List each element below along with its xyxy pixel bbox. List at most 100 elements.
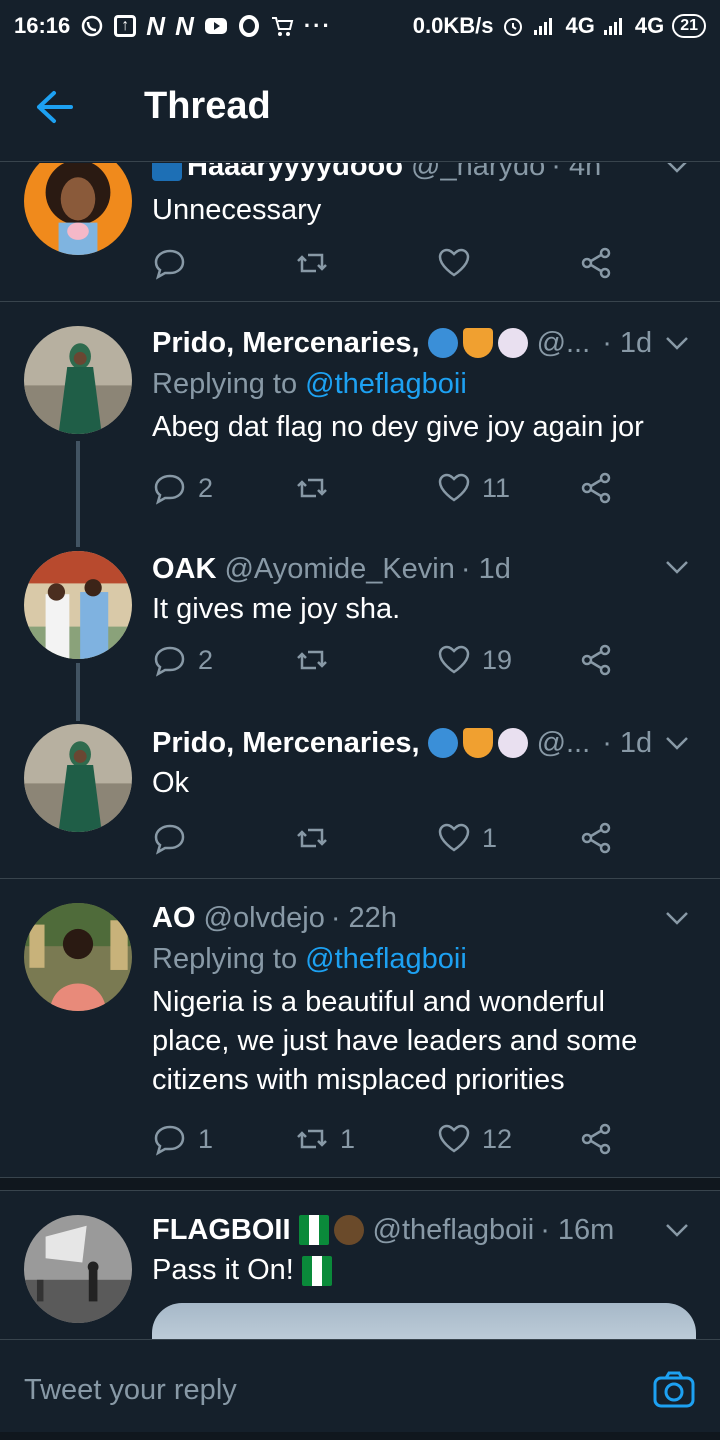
tweet[interactable]: FLAGBOII @theflagboii · 16m Pass it On! bbox=[0, 1191, 720, 1339]
replying-to-link[interactable]: @theflagboii bbox=[305, 943, 467, 975]
avatar[interactable] bbox=[24, 724, 132, 832]
tweet-handle[interactable]: @theflagboii bbox=[373, 1213, 535, 1247]
camera-icon bbox=[653, 1371, 695, 1408]
retweet-button[interactable]: 1 bbox=[294, 1119, 355, 1159]
avatar[interactable] bbox=[24, 1215, 132, 1323]
retweet-button[interactable] bbox=[294, 640, 340, 680]
share-icon bbox=[581, 822, 611, 854]
share-button[interactable] bbox=[578, 468, 614, 508]
tweet-handle[interactable]: @... bbox=[537, 326, 591, 360]
tweet-author-name[interactable]: AO bbox=[152, 901, 196, 935]
retweet-button[interactable] bbox=[294, 243, 340, 283]
retweet-button[interactable] bbox=[294, 818, 340, 858]
like-count: 11 bbox=[482, 472, 511, 503]
retweet-button[interactable] bbox=[294, 468, 340, 508]
tweet-handle[interactable]: @Ayomide_Kevin bbox=[224, 552, 454, 586]
tweet-text: Abeg dat flag no dey give joy again jor bbox=[152, 411, 644, 443]
chevron-down-icon[interactable] bbox=[662, 328, 692, 358]
reply-button[interactable] bbox=[152, 243, 198, 283]
reply-icon bbox=[154, 474, 185, 505]
chevron-down-icon[interactable] bbox=[662, 552, 692, 582]
tweet-time: · 1d bbox=[602, 727, 653, 759]
tweet-media[interactable] bbox=[152, 1303, 696, 1339]
like-button[interactable]: 19 bbox=[436, 640, 512, 680]
tweet[interactable]: Prido, Mercenaries, @... · 1d Ok 1 bbox=[0, 718, 720, 878]
unicorn-emoji-icon bbox=[497, 728, 528, 758]
tweet[interactable]: Haaaryyyydooo @_harydo · 4h Unnecessary bbox=[0, 163, 720, 301]
share-button[interactable] bbox=[578, 640, 614, 680]
avatar[interactable] bbox=[24, 163, 132, 255]
like-button[interactable]: 11 bbox=[436, 468, 510, 508]
signal-2-icon bbox=[603, 16, 627, 36]
tweet-author-name[interactable]: OAK bbox=[152, 552, 216, 586]
share-button[interactable] bbox=[578, 1119, 614, 1159]
tweet-handle[interactable]: @olvdejo bbox=[204, 901, 325, 935]
tweet-time: · 1d bbox=[460, 553, 511, 585]
app-n2-icon: N bbox=[175, 10, 194, 41]
share-button[interactable] bbox=[578, 818, 614, 858]
back-button[interactable] bbox=[34, 87, 92, 127]
reply-count: 2 bbox=[198, 472, 214, 503]
retweet-icon bbox=[297, 478, 327, 498]
like-button[interactable]: 1 bbox=[436, 818, 497, 858]
chevron-down-icon[interactable] bbox=[662, 728, 692, 758]
chevron-down-icon[interactable] bbox=[662, 903, 692, 933]
youtube-icon bbox=[204, 16, 228, 36]
thread-feed[interactable]: Haaaryyyydooo @_harydo · 4h Unnecessary … bbox=[0, 163, 720, 1339]
tweet-handle[interactable]: @_harydo bbox=[411, 163, 545, 183]
tweet[interactable]: OAK @Ayomide_Kevin · 1d It gives me joy … bbox=[0, 544, 720, 718]
avatar[interactable] bbox=[24, 551, 132, 659]
avatar[interactable] bbox=[24, 326, 132, 434]
reply-button[interactable]: 2 bbox=[152, 468, 213, 508]
replying-to: Replying to @theflagboii bbox=[152, 943, 467, 975]
tweet-text: Nigeria is a beautiful and wonderful pla… bbox=[152, 986, 638, 1096]
section-gap bbox=[0, 1177, 720, 1191]
camera-button[interactable] bbox=[652, 1370, 696, 1410]
share-icon bbox=[581, 1123, 611, 1155]
replying-to: Replying to @theflagboii bbox=[152, 368, 467, 400]
reply-button[interactable] bbox=[152, 818, 198, 858]
reply-icon bbox=[154, 1125, 185, 1156]
tweet-reply-input[interactable] bbox=[24, 1373, 584, 1407]
like-button[interactable] bbox=[436, 243, 482, 283]
share-button[interactable] bbox=[578, 243, 614, 283]
tweet-author-name[interactable]: Haaaryyyydooo bbox=[187, 163, 403, 183]
battery-icon: 21 bbox=[672, 14, 706, 38]
opera-icon bbox=[238, 15, 260, 37]
like-button[interactable]: 12 bbox=[436, 1119, 512, 1159]
avatar[interactable] bbox=[24, 903, 132, 1011]
tweet[interactable]: Prido, Mercenaries, @... · 1d Replying t… bbox=[0, 302, 720, 544]
eagle-emoji-icon bbox=[333, 1215, 364, 1245]
tweet[interactable]: AO @olvdejo · 22h Replying to @theflagbo… bbox=[0, 879, 720, 1177]
status-bar: 16:16 ↑ N N ··· 0.0KB/s 4G 4G 21 bbox=[0, 0, 720, 52]
tweet-author-name[interactable]: Prido, Mercenaries, bbox=[152, 726, 420, 760]
network-type-1: 4G bbox=[565, 13, 595, 38]
tweet-author-name[interactable]: Prido, Mercenaries, bbox=[152, 326, 420, 360]
retweet-icon bbox=[297, 1129, 327, 1149]
chevron-down-icon[interactable] bbox=[662, 1215, 692, 1245]
reply-button[interactable]: 1 bbox=[152, 1119, 213, 1159]
whatsapp-icon bbox=[80, 14, 104, 38]
chevron-down-icon[interactable] bbox=[662, 163, 692, 181]
network-type-2: 4G bbox=[634, 13, 665, 38]
share-icon bbox=[581, 247, 611, 279]
shield-emoji-icon bbox=[462, 328, 493, 358]
reply-icon bbox=[154, 249, 185, 280]
reply-count: 1 bbox=[198, 1123, 214, 1154]
tweet-author-name[interactable]: FLAGBOII bbox=[152, 1213, 291, 1247]
retweet-icon bbox=[297, 828, 327, 848]
like-count: 12 bbox=[482, 1123, 513, 1154]
system-nav-bar bbox=[0, 1432, 720, 1440]
retweet-count: 1 bbox=[340, 1123, 356, 1154]
signal-icon bbox=[533, 16, 557, 36]
tweet-text: Unnecessary bbox=[152, 194, 322, 226]
nigeria-flag-emoji-icon bbox=[301, 1255, 332, 1286]
share-icon bbox=[581, 644, 611, 676]
tweet-text: It gives me joy sha. bbox=[152, 593, 401, 625]
battery-level: 21 bbox=[680, 17, 698, 34]
tweet-text: Ok bbox=[152, 767, 190, 799]
replying-to-link[interactable]: @theflagboii bbox=[305, 368, 467, 400]
tweet-handle[interactable]: @... bbox=[537, 726, 591, 760]
reply-button[interactable]: 2 bbox=[152, 640, 213, 680]
tweet-time: · 1d bbox=[602, 327, 653, 359]
